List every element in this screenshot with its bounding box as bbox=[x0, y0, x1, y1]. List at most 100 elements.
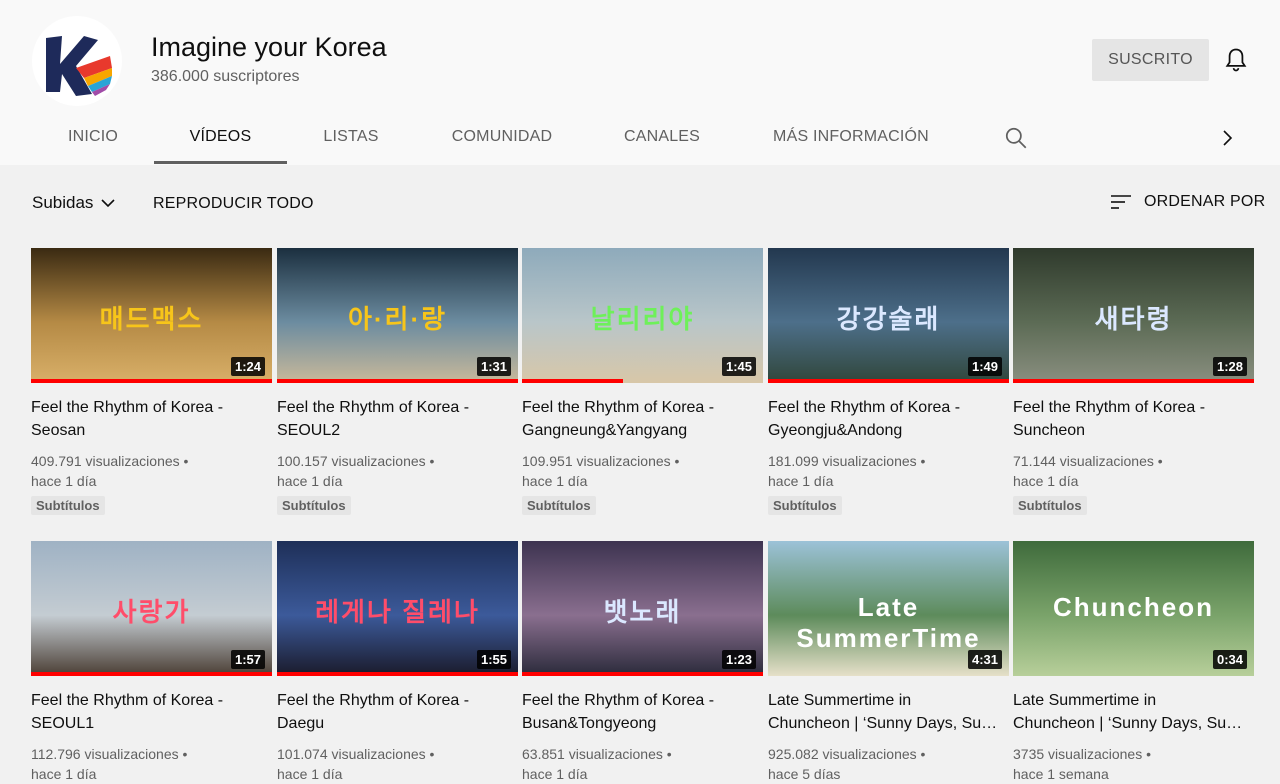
video-card[interactable]: 사랑가 1:57 Feel the Rhythm of Korea - SEOU… bbox=[31, 541, 272, 784]
video-duration: 1:28 bbox=[1212, 357, 1247, 376]
video-card[interactable]: 뱃노래 1:23 Feel the Rhythm of Korea - Busa… bbox=[522, 541, 763, 784]
thumbnail-title-art: 새타령 bbox=[1094, 304, 1173, 335]
video-age: hace 1 día bbox=[277, 766, 343, 782]
video-thumbnail[interactable]: 날리리야 1:45 bbox=[522, 248, 763, 383]
video-title[interactable]: Feel the Rhythm of Korea - Gyeongju&Ando… bbox=[768, 396, 1009, 442]
video-duration: 1:57 bbox=[230, 650, 265, 669]
video-title[interactable]: Late Summertime in Chuncheon | ‘Sunny Da… bbox=[1013, 689, 1254, 735]
video-title[interactable]: Feel the Rhythm of Korea - SEOUL2 bbox=[277, 396, 518, 442]
video-card[interactable]: 강강술래 1:49 Feel the Rhythm of Korea - Gye… bbox=[768, 248, 1009, 515]
video-card[interactable]: 레게나 질레나 1:55 Feel the Rhythm of Korea - … bbox=[277, 541, 518, 784]
thumbnail-title-art: 사랑가 bbox=[112, 597, 191, 628]
video-age: hace 1 día bbox=[277, 473, 343, 489]
watch-progress-bar bbox=[31, 672, 272, 676]
tab-videos[interactable]: VÍDEOS bbox=[154, 112, 287, 164]
thumbnail-title-art: Late SummerTime bbox=[796, 592, 981, 654]
subtitles-badge: Subtítulos bbox=[522, 496, 596, 515]
video-thumbnail[interactable]: Late SummerTime 4:31 bbox=[768, 541, 1009, 676]
video-duration: 1:24 bbox=[230, 357, 265, 376]
video-title-line1: Feel the Rhythm of Korea - bbox=[277, 692, 470, 709]
video-thumbnail[interactable]: 새타령 1:28 bbox=[1013, 248, 1254, 383]
channel-name: Imagine your Korea bbox=[151, 32, 387, 62]
video-age: hace 5 días bbox=[768, 766, 841, 782]
video-title[interactable]: Late Summertime in Chuncheon | ‘Sunny Da… bbox=[768, 689, 1009, 735]
sort-icon bbox=[1111, 195, 1131, 209]
thumbnail-title-art: 날리리야 bbox=[590, 304, 695, 335]
video-title[interactable]: Feel the Rhythm of Korea - Gangneung&Yan… bbox=[522, 396, 763, 442]
watch-progress-bar bbox=[277, 379, 518, 383]
chevron-down-icon bbox=[101, 199, 116, 208]
video-title-line1: Feel the Rhythm of Korea - bbox=[522, 692, 715, 709]
tab-canales[interactable]: CANALES bbox=[608, 112, 716, 162]
video-title-line1: Feel the Rhythm of Korea - bbox=[31, 692, 224, 709]
filter-label: Subidas bbox=[32, 193, 94, 212]
video-duration: 0:34 bbox=[1212, 650, 1247, 669]
video-card[interactable]: Chuncheon 0:34 Late Summertime in Chunch… bbox=[1013, 541, 1254, 784]
video-title-line2: Suncheon bbox=[1013, 422, 1086, 439]
chevron-right-icon[interactable] bbox=[1218, 127, 1236, 149]
video-thumbnail[interactable]: 레게나 질레나 1:55 bbox=[277, 541, 518, 676]
video-title-line2: SEOUL1 bbox=[31, 715, 95, 732]
video-title-line2: Gangneung&Yangyang bbox=[522, 422, 688, 439]
video-views: 101.074 visualizaciones • bbox=[277, 746, 435, 762]
video-card[interactable]: 새타령 1:28 Feel the Rhythm of Korea - Sunc… bbox=[1013, 248, 1254, 515]
watch-progress-bar bbox=[522, 672, 763, 676]
channel-tabs: INICIO VÍDEOS LISTAS COMUNIDAD CANALES M… bbox=[0, 112, 1280, 165]
play-all-button[interactable]: REPRODUCIR TODO bbox=[153, 195, 314, 213]
video-card[interactable]: 날리리야 1:45 Feel the Rhythm of Korea - Gan… bbox=[522, 248, 763, 515]
subtitles-badge: Subtítulos bbox=[31, 496, 105, 515]
video-thumbnail[interactable]: 사랑가 1:57 bbox=[31, 541, 272, 676]
video-age: hace 1 día bbox=[31, 473, 97, 489]
thumbnail-title-art: 아·리·랑 bbox=[347, 304, 448, 335]
search-icon[interactable] bbox=[1003, 125, 1029, 151]
video-title[interactable]: Feel the Rhythm of Korea - SEOUL1 bbox=[31, 689, 272, 735]
video-title[interactable]: Feel the Rhythm of Korea - Daegu bbox=[277, 689, 518, 735]
video-title-line1: Feel the Rhythm of Korea - bbox=[522, 399, 715, 416]
video-title[interactable]: Feel the Rhythm of Korea - Busan&Tongyeo… bbox=[522, 689, 763, 735]
video-thumbnail[interactable]: 강강술래 1:49 bbox=[768, 248, 1009, 383]
video-views: 71.144 visualizaciones • bbox=[1013, 453, 1163, 469]
thumbnail-title-art: 레게나 질레나 bbox=[315, 597, 480, 628]
video-age: hace 1 día bbox=[522, 473, 588, 489]
video-card[interactable]: Late SummerTime 4:31 Late Summertime in … bbox=[768, 541, 1009, 784]
video-title-line2: Busan&Tongyeong bbox=[522, 715, 657, 732]
video-thumbnail[interactable]: 아·리·랑 1:31 bbox=[277, 248, 518, 383]
thumbnail-title-art: 강강술래 bbox=[836, 304, 941, 335]
video-age: hace 1 semana bbox=[1013, 766, 1109, 782]
tab-listas[interactable]: LISTAS bbox=[306, 112, 396, 162]
video-title-line2: SEOUL2 bbox=[277, 422, 341, 439]
video-title-line2: Seosan bbox=[31, 422, 86, 439]
video-duration: 1:49 bbox=[967, 357, 1002, 376]
video-title-line1: Late Summertime in bbox=[768, 692, 912, 709]
video-title-line1: Feel the Rhythm of Korea - bbox=[768, 399, 961, 416]
video-title-line1: Feel the Rhythm of Korea - bbox=[277, 399, 470, 416]
video-age: hace 1 día bbox=[1013, 473, 1079, 489]
video-duration: 1:31 bbox=[476, 357, 511, 376]
thumbnail-title-art: 매드맥스 bbox=[99, 304, 204, 335]
video-title-line1: Feel the Rhythm of Korea - bbox=[31, 399, 224, 416]
video-thumbnail[interactable]: 매드맥스 1:24 bbox=[31, 248, 272, 383]
tab-comunidad[interactable]: COMUNIDAD bbox=[436, 112, 568, 162]
video-title-line1: Late Summertime in bbox=[1013, 692, 1157, 709]
video-age: hace 1 día bbox=[522, 766, 588, 782]
video-age: hace 1 día bbox=[768, 473, 834, 489]
video-views: 112.796 visualizaciones • bbox=[31, 746, 188, 762]
subtitles-badge: Subtítulos bbox=[768, 496, 842, 515]
video-thumbnail[interactable]: 뱃노래 1:23 bbox=[522, 541, 763, 676]
tab-mas-informacion[interactable]: MÁS INFORMACIÓN bbox=[756, 112, 946, 162]
watch-progress-bar bbox=[768, 379, 1009, 383]
video-title-line2: Chuncheon | ‘Sunny Days, Summer Nights’ bbox=[768, 715, 1006, 732]
subscribed-button[interactable]: SUSCRITO bbox=[1092, 39, 1209, 81]
video-card[interactable]: 매드맥스 1:24 Feel the Rhythm of Korea - Seo… bbox=[31, 248, 272, 515]
video-title[interactable]: Feel the Rhythm of Korea - Seosan bbox=[31, 396, 272, 442]
video-views: 3735 visualizaciones • bbox=[1013, 746, 1151, 762]
notification-bell-icon[interactable] bbox=[1222, 45, 1250, 75]
video-card[interactable]: 아·리·랑 1:31 Feel the Rhythm of Korea - SE… bbox=[277, 248, 518, 515]
channel-avatar[interactable] bbox=[32, 16, 122, 106]
upload-filter-dropdown[interactable]: Subidas bbox=[32, 193, 117, 213]
video-title[interactable]: Feel the Rhythm of Korea - Suncheon bbox=[1013, 396, 1254, 442]
video-title-line1: Feel the Rhythm of Korea - bbox=[1013, 399, 1206, 416]
video-thumbnail[interactable]: Chuncheon 0:34 bbox=[1013, 541, 1254, 676]
sort-by-button[interactable]: ORDENAR POR bbox=[1110, 193, 1265, 211]
tab-inicio[interactable]: INICIO bbox=[44, 112, 142, 162]
